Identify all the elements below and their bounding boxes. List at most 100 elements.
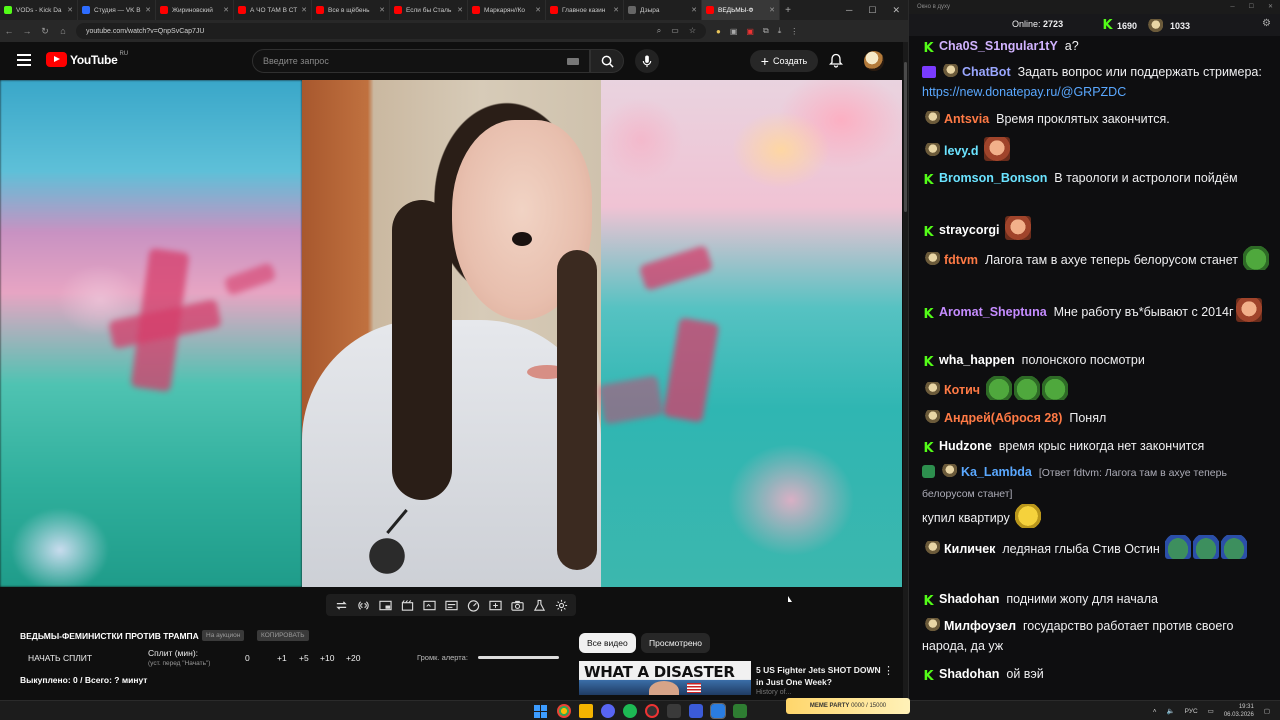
chat-username[interactable]: Shadohan <box>939 667 999 681</box>
search-input[interactable]: Введите запрос <box>252 49 590 73</box>
voice-search-button[interactable] <box>635 49 659 73</box>
split-plus10-button[interactable]: +10 <box>320 653 334 663</box>
browser-tab[interactable]: Все в щёбень ✕ <box>312 0 390 20</box>
volume-icon[interactable]: 🔈 <box>1167 707 1175 715</box>
back-icon[interactable]: ← <box>0 26 18 36</box>
split-plus5-button[interactable]: +5 <box>299 653 309 663</box>
close-icon[interactable]: ✕ <box>769 6 775 14</box>
picture-in-picture-icon[interactable] <box>376 597 394 613</box>
chat-username[interactable]: Hudzone <box>939 439 992 453</box>
forward-icon[interactable]: → <box>18 26 36 36</box>
meme-party-widget[interactable]: MEME PARTY 0000 / 15000 <box>786 698 910 714</box>
split-value-button[interactable]: 0 <box>245 653 250 663</box>
discord-icon[interactable] <box>601 704 615 718</box>
close-icon[interactable]: ✕ <box>457 6 463 14</box>
browser-tab[interactable]: Если бы Сталь ✕ <box>390 0 468 20</box>
notifications-icon[interactable]: ▢ <box>1264 707 1270 715</box>
url-bar[interactable]: youtube.com/watch?v=QnpSvCap7JU ⌕ ▭ ☆ <box>76 23 706 39</box>
close-icon[interactable]: ✕ <box>301 6 307 14</box>
bookmark-star-icon[interactable]: ☆ <box>689 26 696 36</box>
auction-chip[interactable]: На аукцион <box>202 630 245 641</box>
browser-tab[interactable]: Жириновский ✕ <box>156 0 234 20</box>
active-app-icon[interactable] <box>710 703 726 719</box>
create-button[interactable]: + Создать <box>750 50 818 72</box>
close-icon[interactable]: ✕ <box>691 6 697 14</box>
speed-gauge-icon[interactable] <box>464 597 482 613</box>
close-window-icon[interactable]: ✕ <box>892 5 900 16</box>
donate-link[interactable]: https://new.donatepay.ru/@GRPZDC <box>922 85 1126 99</box>
browser-tab-active[interactable]: ВЕДЬМЫ-Ф ✕ <box>702 0 780 20</box>
chat-username[interactable]: wha_happen <box>939 353 1015 367</box>
file-explorer-icon[interactable] <box>579 704 593 718</box>
network-icon[interactable]: ▭ <box>1208 707 1214 715</box>
chat-username[interactable]: Андрей(Аброся 28) <box>944 411 1062 425</box>
menu-icon[interactable]: ⋮ <box>790 27 798 36</box>
terminal-icon[interactable] <box>733 704 747 718</box>
close-icon[interactable]: ✕ <box>379 6 385 14</box>
chevron-up-icon[interactable]: ˄ <box>1153 708 1157 715</box>
video-player[interactable] <box>0 80 902 587</box>
extension-icon[interactable]: ▣ <box>746 27 754 36</box>
browser-tab[interactable]: Студия — VK В ✕ <box>78 0 156 20</box>
new-tab-button[interactable]: + <box>780 5 796 16</box>
notifications-bell-icon[interactable] <box>828 53 844 73</box>
home-icon[interactable]: ⌂ <box>54 26 72 36</box>
chat-username[interactable]: ChatBot <box>962 65 1011 79</box>
windows-start-icon[interactable] <box>534 704 548 718</box>
language-indicator[interactable]: РУС <box>1185 708 1198 715</box>
chat-username[interactable]: Киличек <box>944 542 995 556</box>
screen-icon[interactable] <box>420 597 438 613</box>
chat-username[interactable]: Котич <box>944 383 980 397</box>
chat-username[interactable]: Милфоузел <box>944 619 1016 633</box>
chrome-icon[interactable] <box>557 704 571 718</box>
recommended-video-title[interactable]: 5 US Fighter Jets SHOT DOWN in Just One … <box>756 664 884 688</box>
app-icon[interactable] <box>667 704 681 718</box>
media-player-icon[interactable] <box>689 704 703 718</box>
chat-username[interactable]: Bromson_Bonson <box>939 171 1047 185</box>
minimize-icon[interactable]: ─ <box>846 5 852 15</box>
chat-username[interactable]: Aromat_Sheptuna <box>939 305 1047 319</box>
filter-all-videos[interactable]: Все видео <box>579 633 636 653</box>
zoom-icon[interactable]: ⌕ <box>657 26 661 36</box>
chat-username[interactable]: Antsvia <box>944 112 989 126</box>
close-icon[interactable]: ✕ <box>223 6 229 14</box>
obs-icon[interactable] <box>645 704 659 718</box>
chat-username[interactable]: straycorgi <box>939 223 999 237</box>
close-icon[interactable]: ✕ <box>613 6 619 14</box>
reload-icon[interactable]: ↻ <box>36 26 54 37</box>
close-icon[interactable]: ✕ <box>535 6 541 14</box>
start-split-button[interactable]: НАЧАТЬ СПЛИТ <box>28 653 92 663</box>
browser-tab[interactable]: VODs - Kick Da ✕ <box>0 0 78 20</box>
add-frame-icon[interactable] <box>486 597 504 613</box>
close-window-icon[interactable]: ✕ <box>1268 0 1273 14</box>
camera-screenshot-icon[interactable] <box>508 597 526 613</box>
extension-icon[interactable]: ▣ <box>730 27 738 36</box>
download-icon[interactable]: ⤓ <box>778 26 782 36</box>
close-icon[interactable]: ✕ <box>145 6 151 14</box>
browser-tab[interactable]: А ЧО ТАМ В СТ ✕ <box>234 0 312 20</box>
chat-username[interactable]: Cha0S_S1ngular1tY <box>939 39 1058 53</box>
cast-icon[interactable]: ▭ <box>671 26 679 36</box>
browser-tab[interactable]: Дзыра ✕ <box>624 0 702 20</box>
audio-waves-icon[interactable] <box>354 597 372 613</box>
avatar[interactable] <box>864 51 884 71</box>
browser-tab[interactable]: Маркарян//Ко ✕ <box>468 0 546 20</box>
chat-username[interactable]: fdtvm <box>944 253 978 267</box>
loop-icon[interactable] <box>332 597 350 613</box>
subtitles-icon[interactable] <box>442 597 460 613</box>
spotify-icon[interactable] <box>623 704 637 718</box>
clapperboard-icon[interactable] <box>398 597 416 613</box>
search-button[interactable] <box>590 49 624 73</box>
keyboard-icon[interactable] <box>567 57 579 65</box>
minimize-icon[interactable]: ─ <box>1230 0 1234 14</box>
close-icon[interactable]: ✕ <box>67 6 73 14</box>
maximize-icon[interactable]: ☐ <box>1249 0 1254 14</box>
maximize-icon[interactable]: ☐ <box>868 5 876 16</box>
youtube-logo[interactable]: YouTube RU <box>46 51 128 67</box>
browser-tab[interactable]: Главное казин ✕ <box>546 0 624 20</box>
flask-icon[interactable] <box>530 597 548 613</box>
clock[interactable]: 19:31 06.03.2026 <box>1224 703 1254 719</box>
copy-chip[interactable]: КОПИРОВАТЬ <box>257 630 309 641</box>
settings-gear-icon[interactable]: ⚙ <box>1262 18 1271 29</box>
alert-volume-slider[interactable] <box>478 656 559 659</box>
